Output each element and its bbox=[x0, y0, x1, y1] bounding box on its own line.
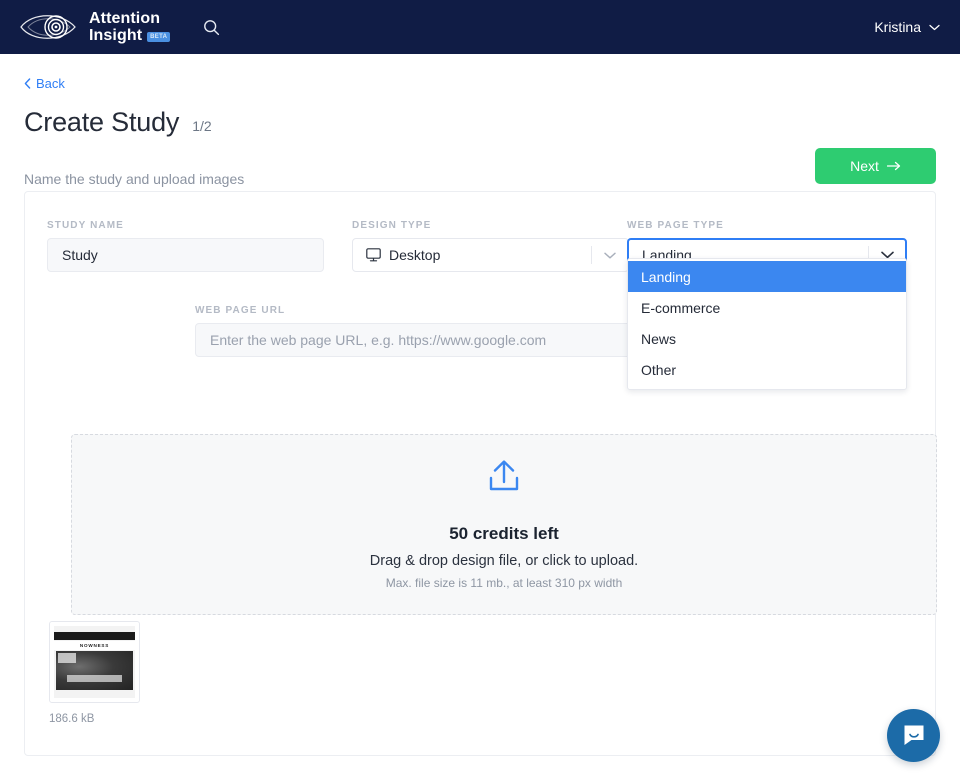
brand-wordmark: Attention Insight BETA bbox=[89, 10, 171, 44]
study-name-label: STUDY NAME bbox=[47, 220, 124, 231]
page-header: Back Create Study 1/2 Name the study and… bbox=[0, 54, 960, 187]
dropzone-hint: Max. file size is 11 mb., at least 310 p… bbox=[385, 576, 623, 590]
eye-logo-icon bbox=[20, 15, 76, 39]
title-row: Create Study 1/2 bbox=[24, 107, 936, 138]
dropzone-instruction: Drag & drop design file, or click to upl… bbox=[369, 553, 639, 569]
search-button[interactable] bbox=[196, 12, 226, 42]
preview-brand-label: NOWNESS bbox=[54, 641, 135, 650]
create-study-card: STUDY NAME DESIGN TYPE Desktop bbox=[24, 191, 937, 756]
dropdown-option-news[interactable]: News bbox=[628, 323, 906, 354]
dropdown-option-label: Other bbox=[641, 361, 677, 378]
upload-dropzone[interactable]: 50 credits left Drag & drop design file,… bbox=[71, 434, 937, 615]
next-button-label: Next bbox=[850, 158, 879, 174]
web-page-type-label: WEB PAGE TYPE bbox=[627, 220, 724, 231]
design-type-field-group: DESIGN TYPE Desktop bbox=[352, 220, 629, 272]
preview-hero-image bbox=[56, 651, 133, 690]
user-name-label: Kristina bbox=[874, 19, 921, 35]
study-name-input[interactable] bbox=[47, 238, 324, 272]
dropdown-option-ecommerce[interactable]: E-commerce bbox=[628, 292, 906, 323]
web-page-url-label: WEB PAGE URL bbox=[195, 305, 286, 316]
step-counter: 1/2 bbox=[192, 118, 212, 134]
brand-line-2: Insight bbox=[89, 27, 143, 44]
app-page: Attention Insight BETA Kristina Back Cre… bbox=[0, 0, 960, 780]
user-menu[interactable]: Kristina bbox=[874, 19, 940, 35]
chat-bubble-icon bbox=[904, 725, 923, 745]
dropdown-option-label: News bbox=[641, 330, 677, 347]
next-button[interactable]: Next bbox=[815, 148, 936, 184]
study-name-field-group: STUDY NAME bbox=[47, 220, 324, 272]
web-page-url-input[interactable] bbox=[195, 323, 662, 357]
uploaded-file-size: 186.6 kB bbox=[49, 713, 95, 725]
page-subtitle: Name the study and upload images bbox=[24, 171, 245, 187]
credits-left-text: 50 credits left bbox=[449, 524, 559, 543]
page-title: Create Study bbox=[24, 107, 180, 137]
arrow-right-icon bbox=[886, 161, 901, 171]
chat-launcher-button[interactable] bbox=[887, 709, 940, 762]
uploaded-thumbnail[interactable]: NOWNESS bbox=[49, 621, 140, 703]
beta-badge: BETA bbox=[147, 31, 171, 42]
back-label: Back bbox=[36, 76, 65, 91]
dropdown-option-landing[interactable]: Landing bbox=[628, 261, 906, 292]
design-type-select[interactable]: Desktop bbox=[352, 238, 629, 272]
design-type-chevron[interactable] bbox=[592, 252, 628, 259]
brand-line-1: Attention bbox=[89, 10, 161, 27]
design-type-value: Desktop bbox=[389, 247, 441, 263]
brand-logo-group[interactable]: Attention Insight BETA bbox=[18, 9, 171, 45]
top-navigation-bar: Attention Insight BETA Kristina bbox=[0, 0, 960, 54]
preview-navbar bbox=[54, 632, 135, 640]
design-type-label: DESIGN TYPE bbox=[352, 220, 432, 231]
web-page-type-field-group: WEB PAGE TYPE Landing Landing E-commerce bbox=[627, 220, 907, 390]
dropdown-option-label: Landing bbox=[641, 268, 691, 285]
web-page-url-field-group: WEB PAGE URL bbox=[195, 305, 662, 357]
monitor-icon bbox=[366, 248, 381, 262]
thumbnail-preview: NOWNESS bbox=[54, 626, 135, 698]
web-page-type-dropdown-menu[interactable]: Landing E-commerce News Other bbox=[627, 258, 907, 390]
chevron-left-icon bbox=[24, 78, 31, 89]
back-link[interactable]: Back bbox=[24, 76, 65, 91]
chevron-down-icon bbox=[929, 24, 940, 30]
chevron-down-icon bbox=[604, 252, 616, 259]
upload-icon bbox=[489, 460, 519, 491]
dropdown-option-label: E-commerce bbox=[641, 299, 721, 316]
dropdown-option-other[interactable]: Other bbox=[628, 354, 906, 385]
upload-icon-wrapper bbox=[485, 459, 523, 498]
search-icon bbox=[203, 19, 219, 35]
uploaded-file-item[interactable]: NOWNESS 186.6 kB bbox=[49, 621, 140, 725]
